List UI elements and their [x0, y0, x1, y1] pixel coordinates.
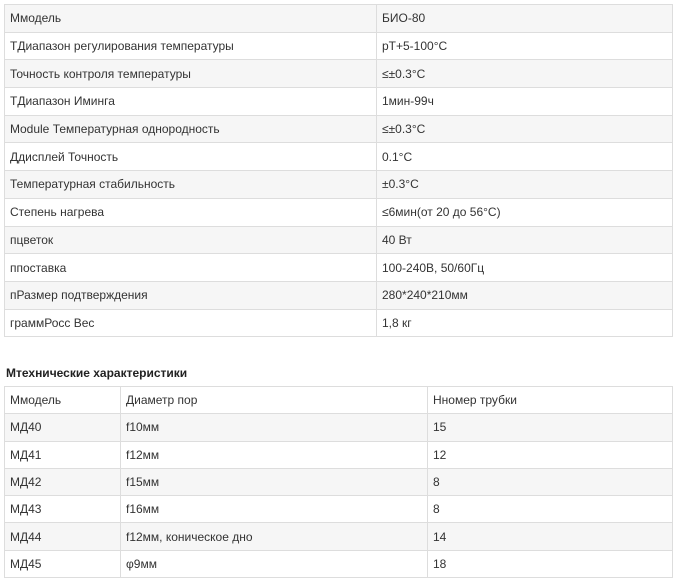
spec-value-cell: ≤6мин(от 20 до 56°C)	[376, 197, 673, 227]
spec-name-cell: граммРосс Вес	[4, 308, 377, 338]
spec-value-cell: ≤±0.3°C	[376, 114, 673, 144]
table-row: МД40 f10мм 15	[4, 413, 673, 442]
pore-diameter-cell: f16мм	[120, 495, 428, 524]
table-row: Module Температурная однородность ≤±0.3°…	[4, 114, 673, 144]
tube-count-cell: 8	[427, 495, 673, 524]
table-header-row: Ммодель Диаметр пор Нномер трубки	[4, 385, 673, 415]
table-row: Ддисплей Точность 0.1°C	[4, 142, 673, 172]
table-row: Точность контроля температуры ≤±0.3°C	[4, 59, 673, 89]
spec-name-cell: TДиапазон Иминга	[4, 87, 377, 116]
table-row: ппоставка 100-240В, 50/60Гц	[4, 253, 673, 282]
pore-diameter-cell: φ9мм	[120, 549, 428, 579]
table-row: МД42 f15мм 8	[4, 467, 673, 497]
spec-name-cell: Module Температурная однородность	[4, 114, 377, 144]
column-header-pore-diameter: Диаметр пор	[120, 385, 428, 415]
spec-value-cell: рТ+5-100°C	[376, 31, 673, 61]
models-table: Ммодель Диаметр пор Нномер трубки МД40 f…	[4, 385, 673, 579]
spec-value-cell: 40 Вт	[376, 225, 673, 255]
table-row: Степень нагрева ≤6мин(от 20 до 56°C)	[4, 197, 673, 227]
column-header-model: Ммодель	[4, 385, 121, 415]
table-row: TДиапазон Иминга 1мин-99ч	[4, 87, 673, 116]
spec-name-cell: Ддисплей Точность	[4, 142, 377, 172]
spec-value-cell: ±0.3°C	[376, 170, 673, 199]
spec-name-cell: пцветок	[4, 225, 377, 255]
spec-name-cell: TДиапазон регулирования температуры	[4, 31, 377, 61]
spec-value-cell: 1,8 кг	[376, 308, 673, 338]
pore-diameter-cell: f15мм	[120, 467, 428, 497]
model-cell: МД42	[4, 467, 121, 497]
spec-name-cell: Степень нагрева	[4, 197, 377, 227]
table-row: МД45 φ9мм 18	[4, 549, 673, 579]
spec-value-cell: 280*240*210мм	[376, 280, 673, 310]
model-cell: МД43	[4, 495, 121, 524]
model-cell: МД41	[4, 440, 121, 469]
table-row: Температурная стабильность ±0.3°C	[4, 170, 673, 199]
spec-value-cell: 1мин-99ч	[376, 87, 673, 116]
model-cell: МД44	[4, 522, 121, 551]
spec-name-cell: Точность контроля температуры	[4, 59, 377, 89]
table-row: МД41 f12мм 12	[4, 440, 673, 469]
table-row: пРазмер подтверждения 280*240*210мм	[4, 280, 673, 310]
spec-name-cell: Ммодель	[4, 4, 377, 33]
table-row: МД44 f12мм, коническое дно 14	[4, 522, 673, 551]
table-row: Ммодель БИО-80	[4, 4, 673, 33]
model-cell: МД45	[4, 549, 121, 579]
tube-count-cell: 14	[427, 522, 673, 551]
spec-value-cell: 0.1°C	[376, 142, 673, 172]
pore-diameter-cell: f12мм, коническое дно	[120, 522, 428, 551]
spec-value-cell: БИО-80	[376, 4, 673, 33]
tube-count-cell: 8	[427, 467, 673, 497]
pore-diameter-cell: f12мм	[120, 440, 428, 469]
table-row: МД43 f16мм 8	[4, 495, 673, 524]
tube-count-cell: 18	[427, 549, 673, 579]
tube-count-cell: 15	[427, 413, 673, 442]
spec-name-cell: ппоставка	[4, 253, 377, 282]
column-header-tube-count: Нномер трубки	[427, 385, 673, 415]
table-row: TДиапазон регулирования температуры рТ+5…	[4, 31, 673, 61]
table-row: граммРосс Вес 1,8 кг	[4, 308, 673, 338]
spec-name-cell: пРазмер подтверждения	[4, 280, 377, 310]
spec-name-cell: Температурная стабильность	[4, 170, 377, 199]
specs-table: Ммодель БИО-80 TДиапазон регулирования т…	[4, 4, 673, 338]
spec-value-cell: 100-240В, 50/60Гц	[376, 253, 673, 282]
tube-count-cell: 12	[427, 440, 673, 469]
pore-diameter-cell: f10мм	[120, 413, 428, 442]
spec-value-cell: ≤±0.3°C	[376, 59, 673, 89]
table-row: пцветок 40 Вт	[4, 225, 673, 255]
section-heading: Мтехнические характеристики	[6, 366, 188, 380]
model-cell: МД40	[4, 413, 121, 442]
